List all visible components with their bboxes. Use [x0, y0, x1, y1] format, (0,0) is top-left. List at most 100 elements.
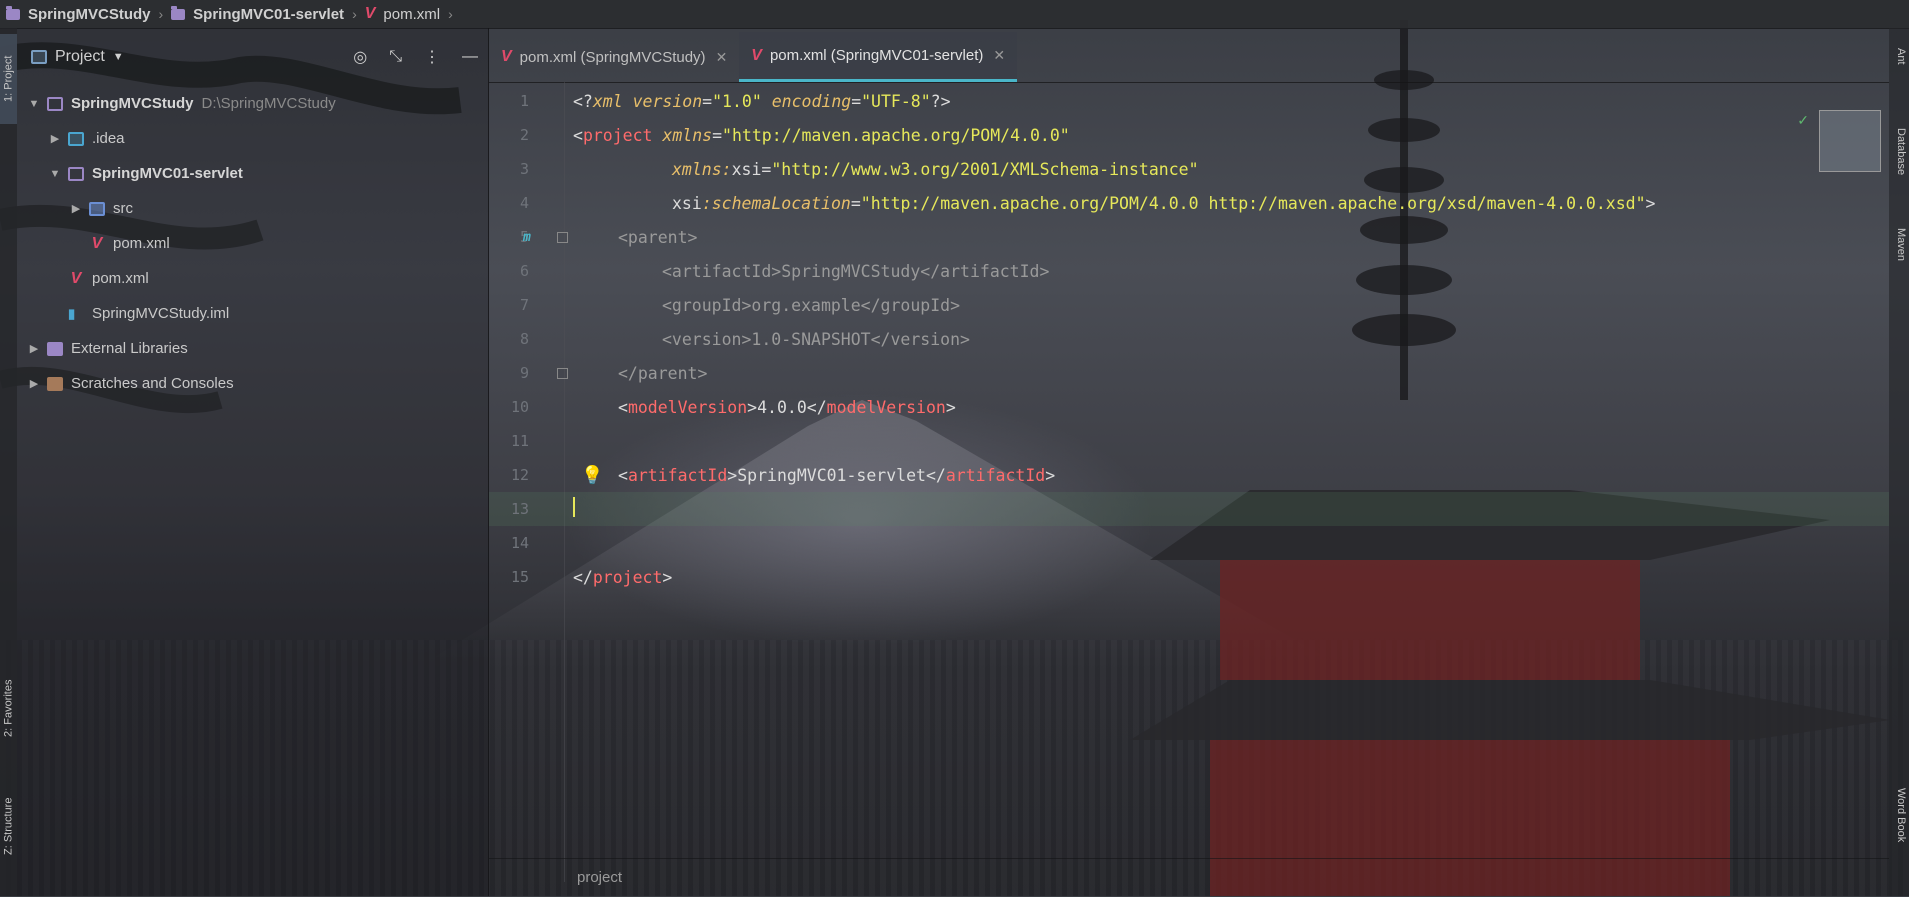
code-token: = [761, 159, 772, 179]
tab-wordbook-tool[interactable]: Word Book [1895, 788, 1907, 842]
project-panel-header: Project ▼ ◎ ⤡ ⋮ — [17, 28, 488, 86]
chevron-right-icon: › [448, 6, 453, 22]
code-token: xmlns: [672, 159, 732, 179]
code-token: <artifactId>SpringMVCStudy</artifactId> [662, 261, 1050, 281]
code-token: modelVersion [627, 397, 748, 417]
module-file-icon: ▮ [68, 305, 76, 321]
lightbulb-icon[interactable]: 💡 [581, 465, 603, 486]
tree-item-label: SpringMVCStudy [71, 95, 194, 112]
chevron-down-icon[interactable]: ▼ [48, 168, 62, 180]
project-view-dropdown[interactable]: Project ▼ [31, 48, 124, 66]
chevron-right-icon[interactable]: ▶ [27, 377, 41, 390]
code-token: "http://www.w3.org/2001/XMLSchema-instan… [771, 159, 1199, 179]
tool-tab-label: Database [1895, 128, 1907, 176]
chevron-down-icon[interactable]: ▼ [27, 98, 41, 110]
code-token: < [573, 125, 583, 145]
code-token: > [1045, 465, 1056, 485]
code-token: < [618, 465, 628, 485]
tree-item-scratches[interactable]: ▶ Scratches and Consoles [17, 366, 488, 401]
tree-item-external-libraries[interactable]: ▶ External Libraries [17, 331, 488, 366]
code-line: 3 xmlns:xsi="http://www.w3.org/2001/XMLS… [489, 152, 1889, 186]
code-token: ?> [930, 91, 951, 111]
locate-icon[interactable]: ◎ [353, 47, 367, 67]
tree-item-label: pom.xml [113, 235, 170, 252]
line-number: 1 [519, 92, 529, 110]
minimize-icon[interactable]: — [462, 48, 478, 66]
chevron-right-icon[interactable]: ▶ [48, 132, 62, 145]
tab-project-tool[interactable]: 1: Project [0, 34, 17, 124]
tool-tab-label: Maven [1895, 228, 1907, 262]
tree-item-module[interactable]: ▼ SpringMVC01-servlet [17, 156, 488, 191]
tab-pom-springmvcstudy[interactable]: V pom.xml (SpringMVCStudy) ✕ [489, 32, 739, 82]
breadcrumb-file[interactable]: V pom.xml [365, 5, 440, 23]
code-token: encoding [761, 91, 852, 111]
editor-breadcrumb-bar: project [489, 858, 1889, 897]
tab-database-tool[interactable]: Database [1895, 128, 1907, 175]
maven-parent-icon[interactable]: m [523, 230, 531, 245]
line-number: 14 [510, 534, 529, 552]
tool-tab-label: Word Book [1895, 788, 1907, 843]
code-line: 11 [489, 424, 1889, 458]
folder-icon [6, 5, 20, 20]
code-token: artifactId [627, 465, 728, 485]
tool-tab-label: 1: Project [2, 55, 15, 103]
close-icon[interactable]: ✕ [993, 47, 1005, 64]
code-token: project [592, 567, 663, 587]
code-token: "http://maven.apache.org/POM/4.0.0 http:… [860, 193, 1646, 213]
tool-tab-label: Z: Structure [2, 797, 15, 855]
line-number: 4 [519, 194, 529, 212]
chevron-right-icon: › [158, 6, 164, 22]
code-token: <groupId>org.example</groupId> [662, 295, 961, 315]
code-token: project [582, 125, 653, 145]
tab-structure-tool[interactable]: Z: Structure [0, 776, 17, 876]
code-editor[interactable]: 1 <?xml version="1.0" encoding="UTF-8"?>… [489, 84, 1889, 594]
line-number: 2 [519, 126, 529, 144]
code-line: 4 xsi:schemaLocation="http://maven.apach… [489, 186, 1889, 220]
code-line: 9 </parent> [489, 356, 1889, 390]
breadcrumb-label: SpringMVC01-servlet [193, 5, 345, 23]
breadcrumb-module[interactable]: SpringMVC01-servlet [171, 5, 345, 23]
code-line: 14 [489, 526, 1889, 560]
tab-pom-springmvc01-servlet[interactable]: V pom.xml (SpringMVC01-servlet) ✕ [739, 32, 1018, 82]
code-token: <parent> [618, 227, 698, 247]
code-token: 4.0.0 [757, 397, 807, 417]
tab-label: pom.xml (SpringMVC01-servlet) [769, 47, 984, 64]
close-icon[interactable]: ✕ [716, 49, 728, 66]
tree-item-root-pom[interactable]: V pom.xml [17, 261, 488, 296]
tree-item-iml[interactable]: ▮ SpringMVCStudy.iml [17, 296, 488, 331]
tree-item-label: SpringMVC01-servlet [92, 165, 243, 182]
tab-ant-tool[interactable]: Ant [1895, 48, 1907, 65]
tool-tab-label: Ant [1895, 48, 1907, 65]
xml-path-label[interactable]: project [577, 869, 622, 886]
project-tree: ▼ SpringMVCStudy D:\SpringMVCStudy ▶ .id… [17, 86, 488, 401]
chevron-right-icon[interactable]: ▶ [27, 342, 41, 355]
fold-icon[interactable] [557, 367, 568, 379]
code-token: > [727, 465, 738, 485]
more-options-icon[interactable]: ⋮ [424, 47, 440, 67]
tree-item-src[interactable]: ▶ src [17, 191, 488, 226]
collapse-all-icon[interactable]: ⤡ [389, 48, 402, 66]
chevron-right-icon[interactable]: ▶ [69, 202, 83, 215]
scratches-icon [47, 376, 63, 391]
tree-item-label: pom.xml [92, 270, 149, 287]
code-token: <version>1.0-SNAPSHOT</version> [662, 329, 970, 349]
tree-item-root[interactable]: ▼ SpringMVCStudy D:\SpringMVCStudy [17, 86, 488, 121]
code-line: 12 💡 <artifactId>SpringMVC01-servlet</ar… [489, 458, 1889, 492]
tree-item-label: .idea [92, 130, 125, 147]
tool-tab-label: 2: Favorites [2, 679, 15, 737]
folder-icon [47, 96, 63, 111]
breadcrumb-project[interactable]: SpringMVCStudy [0, 5, 151, 23]
tree-item-label: src [113, 200, 133, 217]
navigation-bar: SpringMVCStudy › SpringMVC01-servlet › V… [0, 0, 1909, 29]
chevron-right-icon: › [352, 6, 357, 22]
tab-maven-tool[interactable]: Maven [1895, 228, 1907, 261]
code-token: modelVersion [826, 397, 946, 417]
tree-item-idea[interactable]: ▶ .idea [17, 121, 488, 156]
code-token: <? [573, 91, 593, 111]
tree-item-module-pom[interactable]: V pom.xml [17, 226, 488, 261]
code-token: xsi [672, 193, 702, 213]
fold-icon[interactable] [557, 231, 568, 243]
code-token: "http://maven.apache.org/POM/4.0.0" [722, 125, 1070, 145]
tab-label: pom.xml (SpringMVCStudy) [519, 48, 706, 66]
tab-favorites-tool[interactable]: 2: Favorites [0, 658, 17, 758]
